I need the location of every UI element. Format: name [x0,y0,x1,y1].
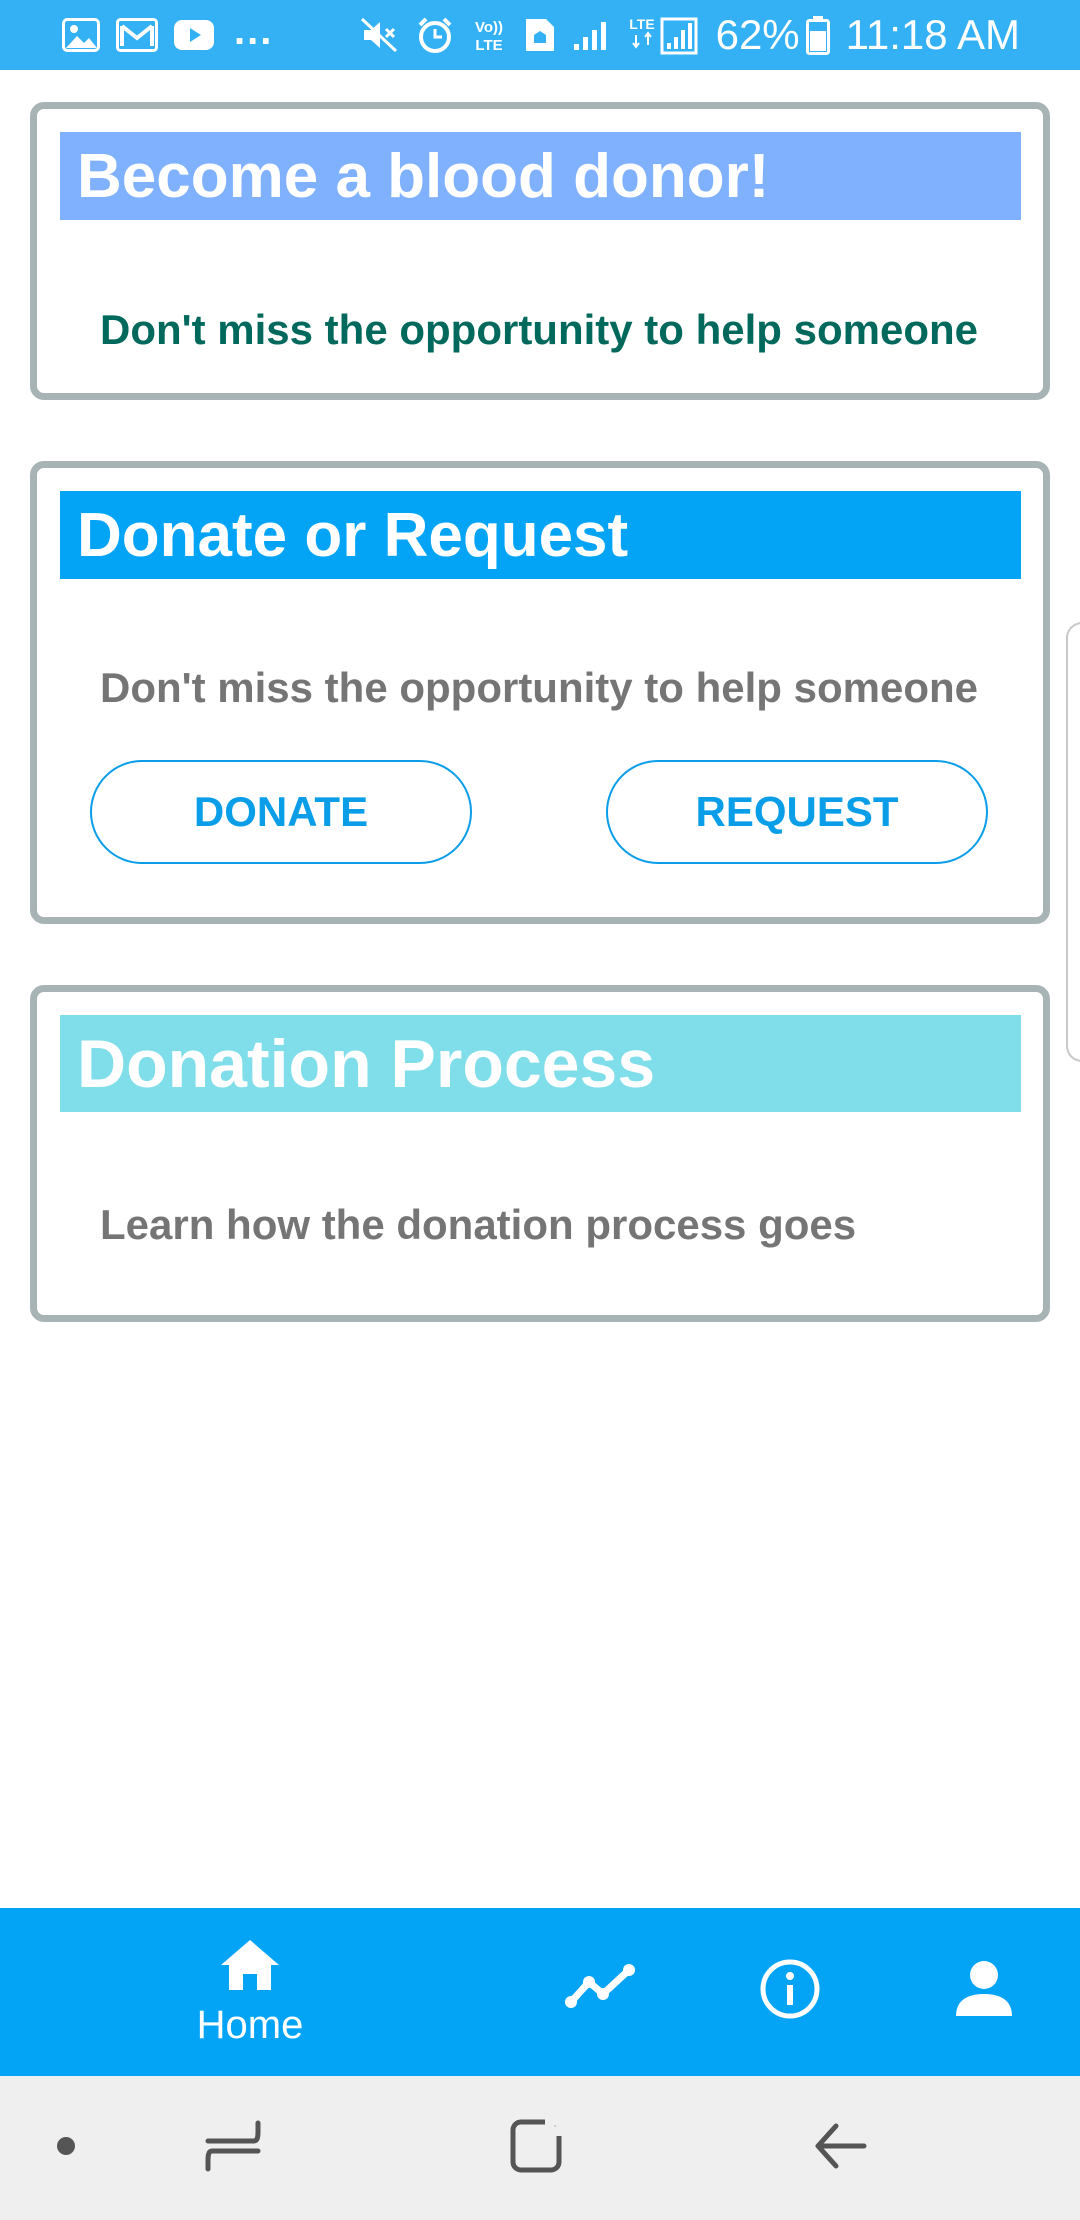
donate-request-title: Donate or Request [77,500,629,570]
home-square-icon [509,2118,563,2179]
mute-icon [360,17,400,53]
status-left-icons: ... [62,9,273,54]
edge-panel-handle[interactable] [1066,622,1080,1062]
become-donor-title: Become a blood donor! [77,141,770,211]
youtube-icon [174,20,214,50]
alarm-icon [416,16,454,54]
svg-text:LTE: LTE [629,16,654,32]
donation-process-subtitle: Learn how the donation process goes [100,1201,857,1248]
donation-process-title: Donation Process [77,1025,656,1102]
request-button[interactable]: REQUEST [606,760,988,864]
become-donor-subtitle: Don't miss the opportunity to help someo… [100,306,979,353]
trending-icon [565,1962,635,2015]
file-icon [524,17,556,53]
status-bar: ... Vo)) LTE LTE 62% 11:18 AM [0,0,1080,70]
home-icon [219,1938,281,1997]
recents-button[interactable] [192,2116,274,2180]
person-icon [954,1960,1014,2023]
nav-home[interactable]: Home [180,1938,320,2048]
nav-info[interactable] [750,1958,830,2025]
volte-icon: Vo)) LTE [470,16,508,54]
become-donor-card[interactable]: Become a blood donor! Don't miss the opp… [30,102,1050,400]
dot-button[interactable] [46,2128,86,2168]
lte-signal-icon: LTE [626,15,700,55]
become-donor-header: Become a blood donor! [60,132,1021,220]
donation-process-card[interactable]: Donation Process Learn how the donation … [30,985,1050,1322]
donate-button[interactable]: DONATE [90,760,472,864]
donate-request-card: Donate or Request Don't miss the opportu… [30,461,1050,924]
home-button[interactable] [496,2116,576,2180]
donation-process-header: Donation Process [60,1015,1021,1112]
clock: 11:18 AM [845,11,1020,58]
svg-text:Vo)): Vo)) [475,19,503,36]
donate-request-subtitle: Don't miss the opportunity to help someo… [100,664,979,711]
recents-icon [204,2119,262,2178]
back-button[interactable] [800,2116,880,2180]
nav-profile[interactable] [944,1960,1024,2023]
svg-text:LTE: LTE [475,37,502,54]
bottom-navigation: Home [0,1908,1080,2076]
battery-percent: 62% [715,11,800,58]
system-navigation-bar [0,2076,1080,2220]
dot-icon [56,2136,76,2161]
gmail-icon [116,18,158,52]
status-right-icons: Vo)) LTE LTE 62% 11:18 AM [360,14,1020,56]
back-icon [812,2120,868,2177]
donate-request-header: Donate or Request [60,491,1021,579]
more-notifications-indicator: ... [234,8,274,53]
signal-icon [572,18,610,52]
nav-home-label: Home [196,2003,304,2047]
nav-statistics[interactable] [560,1962,640,2015]
info-icon [759,1958,821,2025]
battery-icon [805,15,830,55]
gallery-icon [62,18,100,52]
